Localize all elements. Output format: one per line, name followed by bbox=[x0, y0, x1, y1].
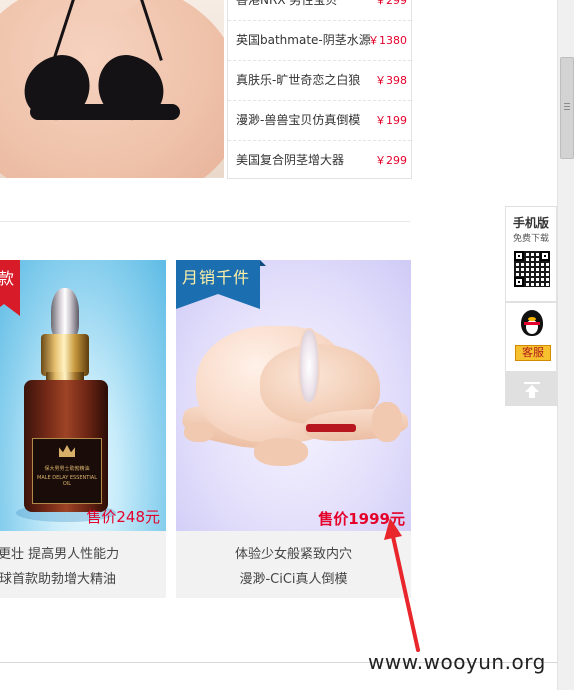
list-item-name[interactable]: 真肤乐-旷世奇恋之白狼 bbox=[236, 61, 360, 100]
product-ranking-list: 香港NRX 男性宝贝 ￥299 英国bathmate-阴茎水源 ￥1380 真肤… bbox=[227, 0, 412, 179]
monthly-sales-label: 月销千件 bbox=[182, 268, 251, 287]
mobile-title: 手机版 bbox=[512, 216, 549, 230]
scrollbar-thumb[interactable] bbox=[560, 57, 574, 159]
product-card-oil[interactable]: 保大男男士助勃精油 MALE DELAY ESSENTIAL OIL 款 售价2… bbox=[0, 260, 166, 598]
product-image[interactable]: 保大男男士助勃精油 MALE DELAY ESSENTIAL OIL 款 售价2… bbox=[0, 260, 166, 531]
list-item-price: ￥299 bbox=[375, 0, 407, 7]
list-item-name[interactable]: 英国bathmate-阴茎水源 bbox=[236, 21, 371, 60]
product-price: 售价248元 bbox=[86, 508, 160, 526]
list-item-price: ￥199 bbox=[375, 114, 407, 127]
list-item[interactable]: 漫渺-兽兽宝贝仿真倒模 ￥199 bbox=[228, 101, 411, 141]
service-button[interactable]: 客服 bbox=[515, 345, 551, 361]
list-item-name[interactable]: 香港NRX 男性宝贝 bbox=[236, 0, 337, 20]
product-caption[interactable]: 体验少女般紧致内穴 漫渺-CiCi真人倒模 bbox=[176, 531, 411, 598]
qr-corner-icon bbox=[514, 277, 524, 287]
list-item-price: ￥299 bbox=[375, 154, 407, 167]
bottle-label-en: MALE DELAY ESSENTIAL OIL bbox=[37, 475, 97, 487]
back-to-top-button[interactable] bbox=[505, 372, 557, 406]
toy-foot bbox=[254, 438, 308, 466]
bottle-label-cn: 保大男男士助勃精油 bbox=[44, 466, 90, 472]
product-caption-line1[interactable]: 更壮 提高男人性能力 bbox=[0, 542, 166, 567]
vertical-scrollbar[interactable] bbox=[557, 0, 574, 690]
product-caption[interactable]: 更壮 提高男人性能力 全球首款助勃增大精油 bbox=[0, 531, 166, 598]
crown-icon bbox=[59, 445, 75, 457]
product-caption-line1[interactable]: 体验少女般紧致内穴 bbox=[176, 542, 411, 567]
monthly-sales-ribbon: 月销千件 bbox=[176, 260, 266, 309]
list-item-price: ￥398 bbox=[375, 74, 407, 87]
product-image[interactable]: 月销千件 售价1999元 bbox=[176, 260, 411, 531]
list-item-name[interactable]: 美国复合阴茎增大器 bbox=[236, 141, 344, 180]
list-item-name[interactable]: 漫渺-兽兽宝贝仿真倒模 bbox=[236, 101, 360, 140]
toy-opening bbox=[298, 328, 320, 404]
qq-penguin-icon bbox=[521, 310, 543, 338]
mobile-subtitle: 免费下载 bbox=[512, 234, 549, 244]
bra-band bbox=[30, 104, 180, 120]
promo-ribbon: 款 bbox=[0, 260, 20, 316]
list-item[interactable]: 真肤乐-旷世奇恋之白狼 ￥398 bbox=[228, 61, 411, 101]
product-price: 售价1999元 bbox=[318, 510, 405, 528]
dropper-cap bbox=[41, 334, 89, 376]
qr-corner-icon bbox=[540, 251, 550, 261]
section-divider bbox=[0, 221, 410, 222]
bottle-label: 保大男男士助勃精油 MALE DELAY ESSENTIAL OIL bbox=[32, 438, 102, 504]
watermark-text: www.wooyun.org bbox=[368, 650, 546, 674]
list-item[interactable]: 英国bathmate-阴茎水源 ￥1380 bbox=[228, 21, 411, 61]
qq-service[interactable]: 客服 bbox=[505, 302, 557, 372]
product-caption-line2[interactable]: 漫渺-CiCi真人倒模 bbox=[176, 567, 411, 592]
list-item-price: ￥1380 bbox=[368, 34, 407, 47]
toy-foot bbox=[372, 402, 402, 442]
list-item[interactable]: 香港NRX 男性宝贝 ￥299 bbox=[228, 0, 411, 21]
banner-photo[interactable] bbox=[0, 0, 224, 178]
mobile-download[interactable]: 手机版 免费下载 bbox=[505, 206, 557, 302]
toy-stand bbox=[306, 424, 356, 432]
list-item[interactable]: 美国复合阴茎增大器 ￥299 bbox=[228, 141, 411, 180]
product-caption-line2[interactable]: 全球首款助勃增大精油 bbox=[0, 567, 166, 592]
dropper-bulb bbox=[51, 288, 79, 340]
product-card-doll[interactable]: 月销千件 售价1999元 体验少女般紧致内穴 漫渺-CiCi真人倒模 bbox=[176, 260, 411, 598]
arrow-up-icon bbox=[524, 382, 540, 398]
toy-foot bbox=[184, 422, 214, 442]
floating-toolbar: 手机版 免费下载 客服 bbox=[505, 206, 557, 406]
oil-bottle-image: 保大男男士助勃精油 MALE DELAY ESSENTIAL OIL bbox=[16, 288, 124, 522]
promo-ribbon-label: 款 bbox=[0, 269, 15, 288]
qr-corner-icon bbox=[514, 251, 524, 261]
